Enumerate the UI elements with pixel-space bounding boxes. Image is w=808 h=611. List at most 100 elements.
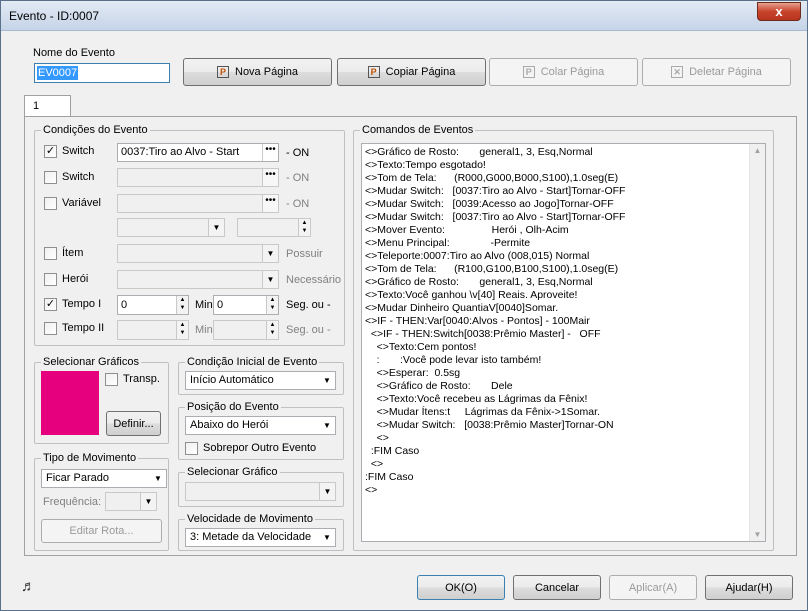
spinner-arrows-icon[interactable]: ▲ ▼ [266,296,278,314]
frequency-select[interactable]: ▼ [105,492,157,511]
graphic-preview[interactable] [41,371,99,435]
edit-route-button[interactable]: Editar Rota... [41,519,162,543]
ok-label: OK(O) [445,581,477,594]
variable-suffix: - ON [286,198,310,210]
chevron-down-icon: ▼ [319,529,335,546]
start-condition-label: Condição Inicial de Evento [185,356,320,369]
switch2-browse-button[interactable]: ••• [262,169,278,186]
command-line[interactable]: <>Texto:Tempo esgotado! [365,159,750,172]
variable-browse-button[interactable]: ••• [262,195,278,212]
command-line[interactable]: <> [365,484,750,497]
command-line[interactable]: :FIM Caso [365,445,750,458]
help-button[interactable]: Ajudar(H) [705,575,793,600]
transparent-checkbox[interactable] [105,373,118,386]
variable-operator-select[interactable]: ▼ [117,218,225,237]
select-graphic-select[interactable]: ▼ [185,482,336,501]
command-line[interactable]: <>Gráfico de Rosto: general1, 3, Esq,Nor… [365,146,750,159]
command-line[interactable]: <>Mudar Switch: [0037:Tiro ao Alvo - Sta… [365,185,750,198]
command-line[interactable]: <>Mudar Switch: [0037:Tiro ao Alvo - Sta… [365,211,750,224]
scroll-down-icon[interactable]: ▼ [750,530,765,539]
define-graphic-button[interactable]: Definir... [106,411,161,436]
command-line[interactable]: : :Você pode levar isto também! [365,354,750,367]
command-line[interactable]: <>Mover Evento: Herói , Olh-Acim [365,224,750,237]
new-page-button[interactable]: P Nova Página [183,58,332,86]
timer2-seconds-spinner[interactable]: ▲ ▼ [213,320,279,340]
close-button[interactable]: x [757,2,801,21]
command-line[interactable]: <>Tom de Tela: (R100,G100,B100,S100),1.0… [365,263,750,276]
switch2-label: Switch [62,171,95,183]
command-line[interactable]: <>Mudar Switch: [0039:Acesso ao Jogo]Tor… [365,198,750,211]
timer1-minutes-value: 0 [121,299,128,311]
apply-label: Aplicar(A) [628,581,678,594]
switch2-checkbox[interactable] [44,171,57,184]
command-line[interactable]: <>Gráfico de Rosto: Dele [365,380,750,393]
switch1-checkbox[interactable]: ✓ [44,145,57,158]
variable-checkbox[interactable] [44,197,57,210]
timer1-seconds-spinner[interactable]: 0 ▲ ▼ [213,295,279,315]
variable-value-spinner[interactable]: ▲ ▼ [237,218,311,237]
spinner-arrows-icon[interactable]: ▲ ▼ [176,296,188,314]
hero-checkbox[interactable] [44,273,57,286]
delete-page-button[interactable]: ✕ Deletar Página [642,58,791,86]
apply-button[interactable]: Aplicar(A) [609,575,697,600]
spinner-arrows-icon[interactable]: ▲ ▼ [266,321,278,339]
help-label: Ajudar(H) [725,581,773,594]
switch1-browse-button[interactable]: ••• [262,144,278,161]
spinner-arrows-icon[interactable]: ▲ ▼ [298,219,310,236]
conditions-label: Condições do Evento [41,124,150,137]
cancel-button[interactable]: Cancelar [513,575,601,600]
command-line[interactable]: <> [365,458,750,471]
movement-type-select[interactable]: Ficar Parado ▼ [41,469,167,488]
command-line[interactable]: <>Texto:Você recebeu as Lágrimas da Fêni… [365,393,750,406]
ok-button[interactable]: OK(O) [417,575,505,600]
timer1-minutes-spinner[interactable]: 0 ▲ ▼ [117,295,189,315]
timer1-checkbox[interactable]: ✓ [44,298,57,311]
event-position-select[interactable]: Abaixo do Herói ▼ [185,416,336,435]
delete-page-icon: ✕ [671,66,684,78]
start-condition-select[interactable]: Início Automático ▼ [185,371,336,390]
command-line[interactable]: <>Tom de Tela: (R000,G000,B000,S100),1.0… [365,172,750,185]
commands-scrollbar[interactable]: ▲ ▼ [749,144,765,541]
command-line[interactable]: <>Gráfico de Rosto: general1, 3, Esq,Nor… [365,276,750,289]
item-checkbox[interactable] [44,247,57,260]
hero-select[interactable]: ▼ [117,270,279,289]
commands-lines: <>Gráfico de Rosto: general1, 3, Esq,Nor… [365,146,750,497]
scroll-up-icon[interactable]: ▲ [750,146,765,155]
switch2-field[interactable]: ••• [117,168,279,187]
spinner-arrows-icon[interactable]: ▲ ▼ [176,321,188,339]
cancel-label: Cancelar [534,581,580,594]
command-line[interactable]: <>Texto:Você ganhou \v[40] Reais. Aprove… [365,289,750,302]
timer2-checkbox[interactable] [44,322,57,335]
tab-page-1[interactable]: 1 [24,95,71,117]
chevron-down-icon: ▼ [319,417,335,434]
event-name-input[interactable]: EV0007 [34,63,170,83]
command-line[interactable]: <>Mudar Ítens:t Lágrimas da Fênix->1Soma… [365,406,750,419]
overlap-checkbox[interactable] [185,442,198,455]
graphics-label: Selecionar Gráficos [41,356,141,369]
command-line[interactable]: <>Teleporte:0007:Tiro ao Alvo (008,015) … [365,250,750,263]
timer2-minutes-spinner[interactable]: ▲ ▼ [117,320,189,340]
switch1-field[interactable]: 0037:Tiro ao Alvo - Start ••• [117,143,279,162]
event-position-value: Abaixo do Herói [190,419,269,431]
command-line[interactable]: <>Esperar: 0.5sg [365,367,750,380]
command-line[interactable]: <>Texto:Cem pontos! [365,341,750,354]
command-line[interactable]: <>Mudar Dinheiro QuantiaV[0040]Somar. [365,302,750,315]
copy-page-button[interactable]: P Copiar Página [337,58,486,86]
frequency-label: Frequência: [43,496,102,508]
chevron-down-icon: ▼ [262,245,278,262]
variable-field[interactable]: ••• [117,194,279,213]
event-window: Evento - ID:0007 x Nome do Evento EV0007… [0,0,808,611]
command-line[interactable]: <>Menu Principal: -Permite [365,237,750,250]
command-line[interactable]: <>IF - THEN:Switch[0038:Prêmio Master] -… [365,328,750,341]
event-position-label: Posição do Evento [185,401,281,414]
paste-page-button[interactable]: P Colar Página [489,58,638,86]
movement-speed-select[interactable]: 3: Metade da Velocidade ▼ [185,528,336,547]
command-line[interactable]: :FIM Caso [365,471,750,484]
command-line[interactable]: <>IF - THEN:Var[0040:Alvos - Pontos] - 1… [365,315,750,328]
command-line[interactable]: <> [365,432,750,445]
timer2-min-label: Min [195,324,213,336]
item-select[interactable]: ▼ [117,244,279,263]
music-icon[interactable]: ♬ [21,578,36,595]
commands-list[interactable]: <>Gráfico de Rosto: general1, 3, Esq,Nor… [361,143,766,542]
command-line[interactable]: <>Mudar Switch: [0038:Prêmio Master]Torn… [365,419,750,432]
